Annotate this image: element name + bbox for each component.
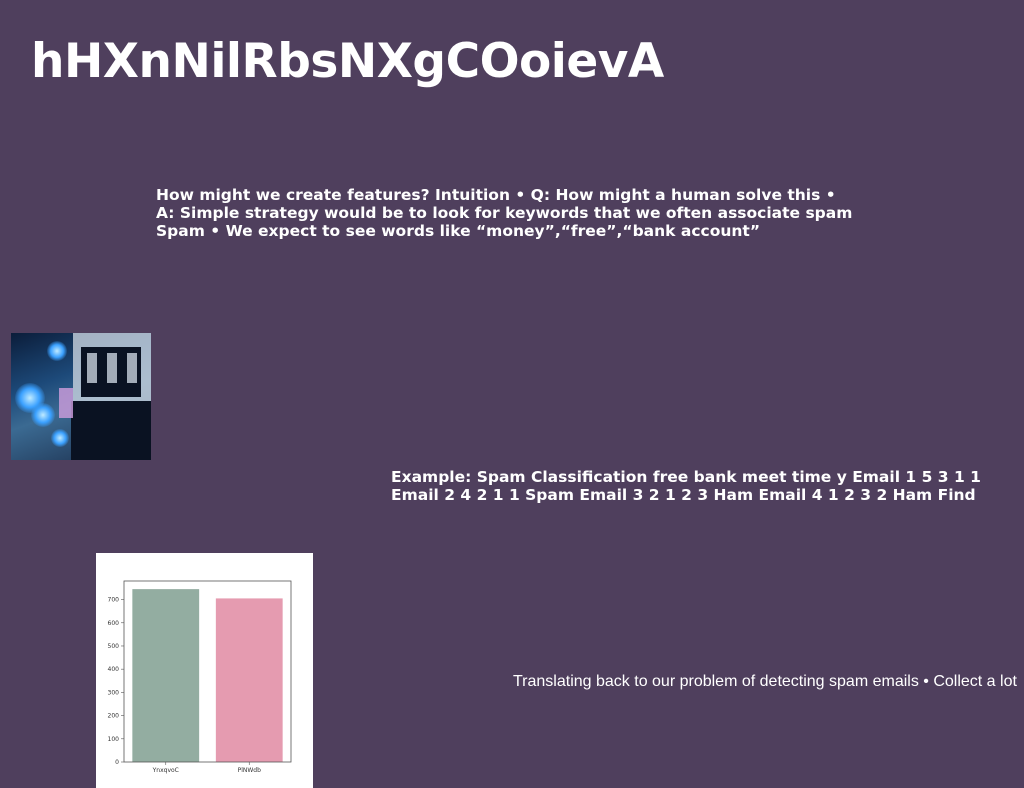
text-block-example: Example: Spam Classification free bank m… xyxy=(391,468,981,504)
y-tick-label: 300 xyxy=(108,689,120,696)
y-tick-label: 200 xyxy=(108,713,120,720)
y-tick-label: 0 xyxy=(115,759,119,766)
y-tick-label: 600 xyxy=(108,620,120,627)
y-tick-label: 700 xyxy=(108,597,120,604)
x-tick-label: YnxqvoC xyxy=(152,767,179,774)
x-tick-label: PlNWdb xyxy=(238,767,262,774)
text-block-features: How might we create features? Intuition … xyxy=(156,186,853,240)
bar-chart-svg: YnxqvoC PlNWdb 0 100 200 300 400 500 600 700 xyxy=(108,580,292,774)
bar-chart: YnxqvoC PlNWdb 0 100 200 300 400 500 600 700 xyxy=(96,553,313,788)
text-block-translating: Translating back to our problem of detec… xyxy=(513,673,1017,690)
y-tick-label: 400 xyxy=(108,666,120,673)
y-tick-label: 100 xyxy=(108,736,120,743)
bar-PlNWdb xyxy=(215,598,283,762)
slide-title: hHXnNilRbsNXgCOoievA xyxy=(31,34,664,89)
y-tick-label: 500 xyxy=(108,643,120,650)
bar-YnxqvoC xyxy=(132,589,200,762)
photo-image xyxy=(11,333,151,460)
